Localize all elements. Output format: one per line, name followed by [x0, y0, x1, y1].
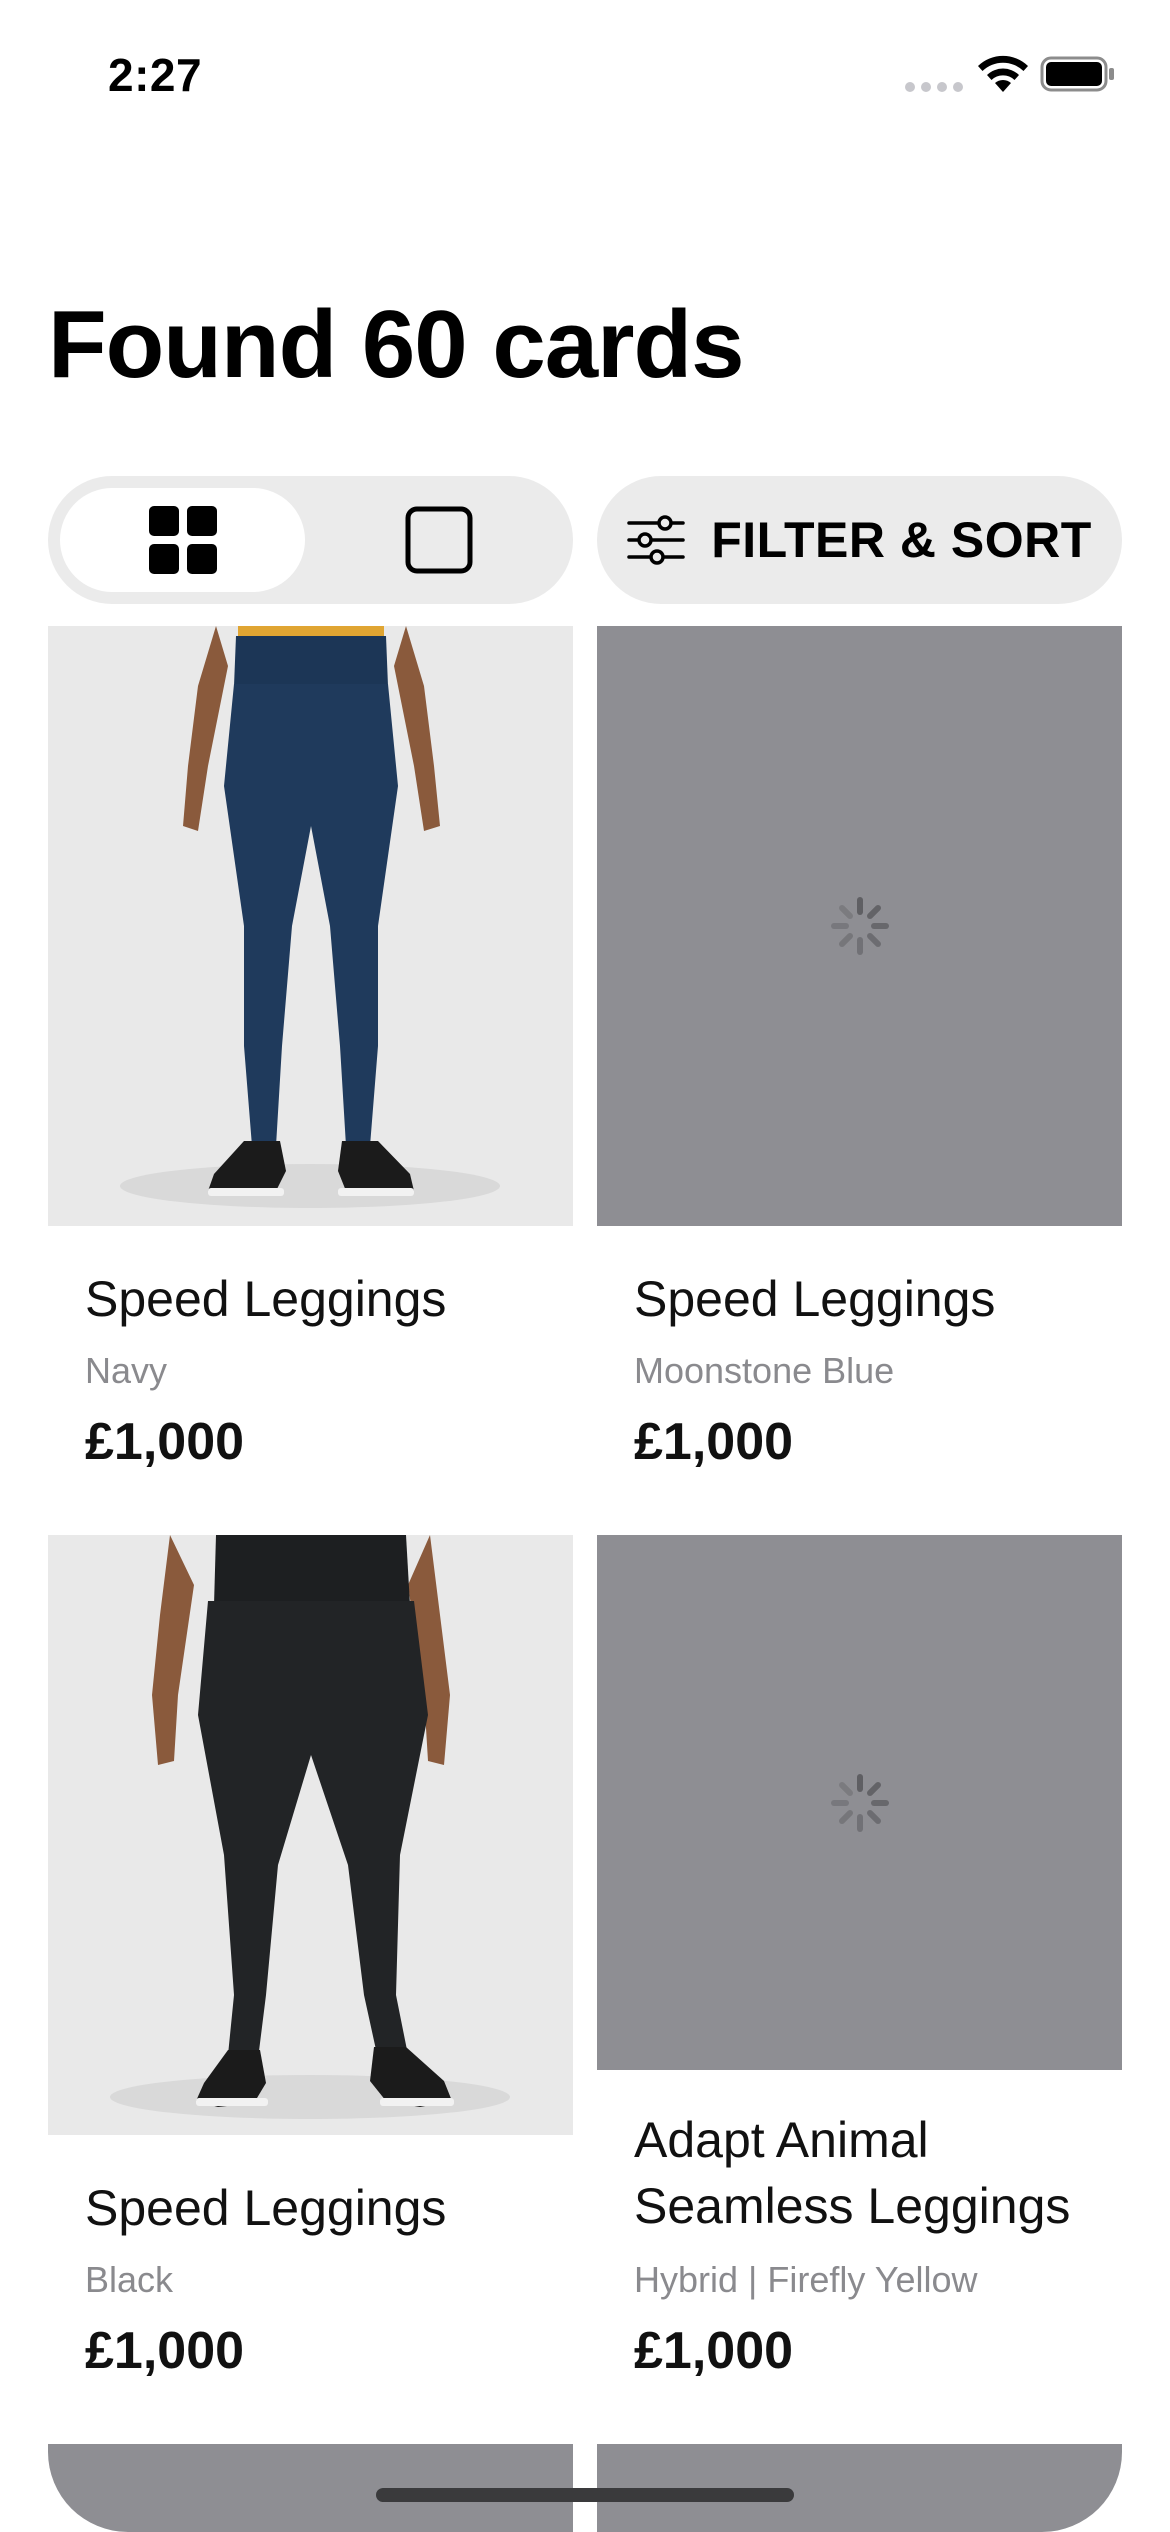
product-name: Speed Leggings — [85, 2180, 447, 2236]
status-bar: 2:27 — [0, 0, 1170, 150]
home-indicator[interactable] — [376, 2488, 794, 2502]
single-view-icon — [405, 506, 472, 574]
product-price: £1,000 — [634, 1413, 794, 1471]
leggings-navy-image — [48, 626, 573, 1226]
product-image — [48, 626, 573, 1226]
loading-spinner-icon — [830, 897, 889, 955]
product-variant: Hybrid | Firefly Yellow — [634, 2259, 978, 2300]
product-price: £1,000 — [85, 1413, 245, 1471]
product-name: Adapt Animal Seamless Leggings — [634, 2112, 1071, 2234]
product-name: Speed Leggings — [634, 1271, 996, 1327]
product-variant: Black — [85, 2259, 174, 2300]
cellular-signal-icon — [905, 82, 963, 92]
grid-view-button[interactable] — [60, 488, 305, 592]
loading-spinner-icon — [830, 1773, 889, 1832]
product-card[interactable]: Speed Leggings Moonstone Blue £1,000 — [597, 626, 1122, 1506]
wifi-icon — [978, 55, 1028, 92]
product-price: £1,000 — [85, 2322, 245, 2380]
sliders-icon — [627, 515, 685, 565]
product-image-placeholder — [597, 1535, 1122, 2070]
status-time: 2:27 — [108, 49, 203, 101]
leggings-black-image — [48, 1535, 573, 2135]
product-variant: Navy — [85, 1350, 168, 1391]
product-name: Speed Leggings — [85, 1271, 447, 1327]
product-image-placeholder — [597, 626, 1122, 1226]
product-card[interactable]: Adapt Animal Seamless Leggings Hybrid | … — [597, 1535, 1122, 2435]
battery-icon — [1040, 56, 1114, 92]
product-price: £1,000 — [634, 2322, 794, 2380]
filter-sort-label: FILTER & SORT — [711, 512, 1092, 568]
product-image — [48, 1535, 573, 2135]
product-card[interactable]: Speed Leggings Black £1,000 — [48, 1535, 573, 2435]
page-title: Found 60 cards — [48, 291, 744, 398]
grid-view-icon — [148, 506, 217, 574]
product-list-screen: 2:27 Found 60 cards FILTER & SORT Speed … — [0, 0, 1170, 2532]
product-card[interactable]: Speed Leggings Navy £1,000 — [48, 626, 573, 1506]
product-variant: Moonstone Blue — [634, 1350, 895, 1391]
single-view-button[interactable] — [316, 488, 561, 592]
view-toggle — [48, 476, 573, 604]
filter-sort-button[interactable]: FILTER & SORT — [597, 476, 1122, 604]
